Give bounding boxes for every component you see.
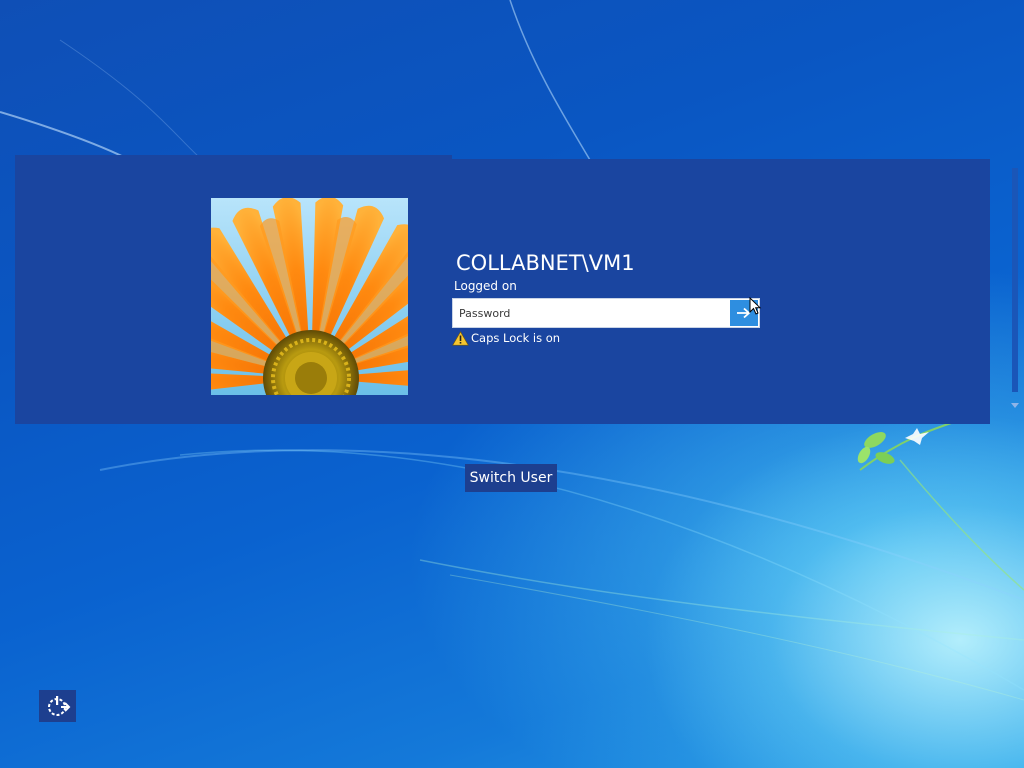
account-status: Logged on	[454, 279, 517, 293]
submit-password-button[interactable]	[730, 300, 758, 326]
arrow-right-icon	[737, 307, 751, 319]
scroll-down-arrow-icon[interactable]	[1011, 403, 1019, 408]
password-input[interactable]	[453, 299, 729, 327]
switch-user-button[interactable]: Switch User	[465, 464, 557, 492]
password-field-container	[452, 298, 760, 328]
scrollbar[interactable]	[1012, 168, 1018, 392]
caps-lock-warning: Caps Lock is on	[452, 330, 560, 346]
caps-lock-text: Caps Lock is on	[471, 331, 561, 345]
ease-of-access-icon	[47, 696, 70, 716]
user-avatar	[211, 198, 408, 395]
ease-of-access-button[interactable]	[39, 690, 76, 722]
account-username: COLLABNET\VM1	[456, 251, 635, 275]
warning-icon	[452, 330, 469, 345]
